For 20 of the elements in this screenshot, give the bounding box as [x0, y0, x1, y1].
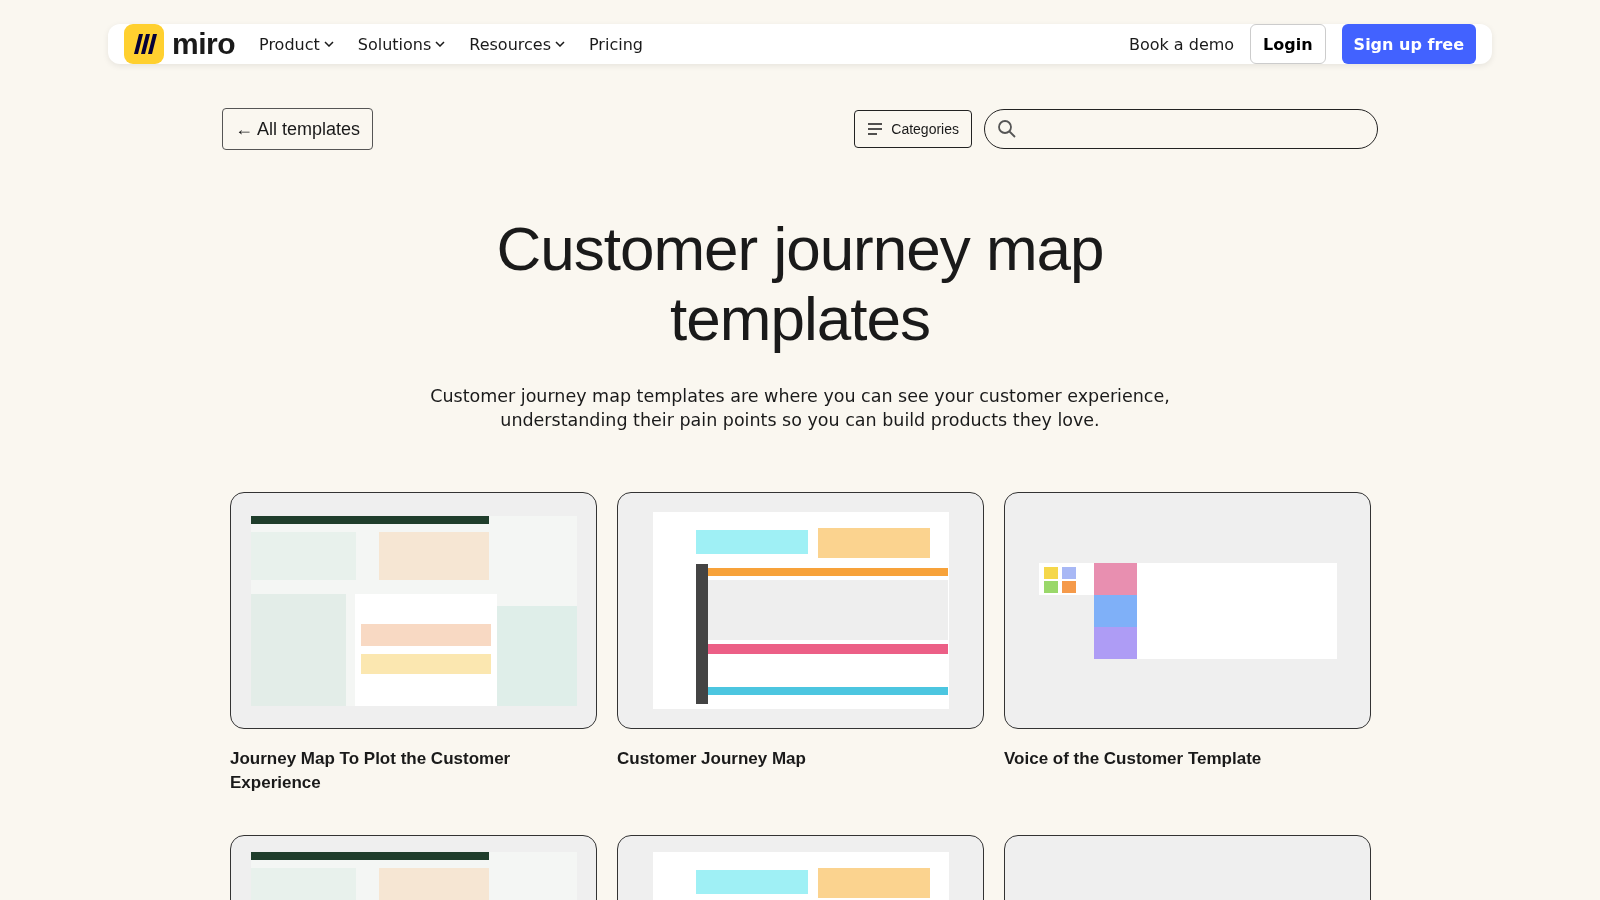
template-title[interactable]: Customer Journey Map — [617, 747, 984, 771]
search-icon — [997, 119, 1017, 139]
all-templates-button[interactable]: ← All templates — [222, 108, 374, 150]
login-button[interactable]: Login — [1250, 24, 1326, 64]
template-card[interactable] — [230, 492, 597, 729]
template-card[interactable] — [617, 492, 984, 729]
template-title[interactable]: Voice of the Customer Template — [1004, 747, 1371, 771]
book-demo-link[interactable]: Book a demo — [1128, 34, 1235, 54]
page-description: Customer journey map templates are where you can see your customer experience, understanding their pain points so you can build products they love. — [429, 385, 1171, 432]
logo-icon — [124, 24, 164, 64]
categories-button[interactable]: Categories — [854, 110, 972, 148]
nav-link[interactable]: Pricing — [589, 34, 643, 54]
nav-link[interactable]: Resources — [469, 34, 565, 54]
template-title[interactable]: Journey Map To Plot the Customer Experience — [230, 747, 597, 795]
page-title: Customer journey map templates — [495, 214, 1105, 354]
nav-link[interactable]: Solutions — [357, 34, 446, 54]
logo-text[interactable]: miro — [172, 27, 235, 61]
menu-icon — [867, 123, 884, 135]
signup-button[interactable]: Sign up free — [1341, 24, 1476, 64]
nav-link[interactable]: Product — [259, 34, 334, 54]
